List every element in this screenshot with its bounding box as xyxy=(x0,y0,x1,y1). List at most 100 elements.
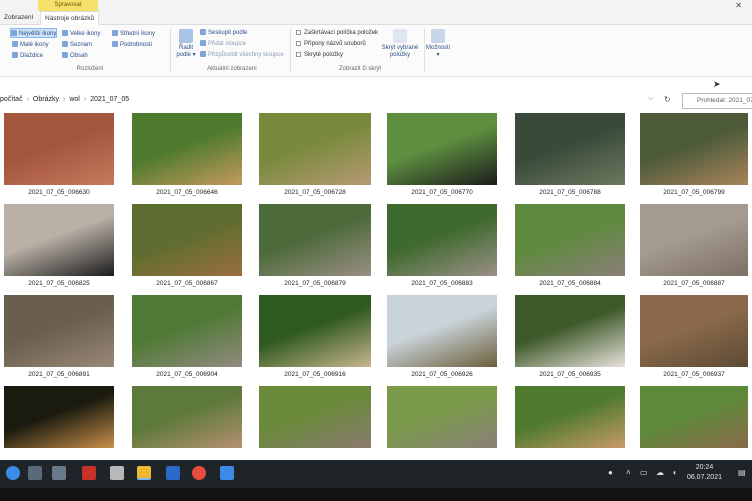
chevron-right-icon: › xyxy=(62,96,66,103)
taskbar-clock[interactable]: 20:24 06.07.2021 xyxy=(687,463,722,483)
file-item[interactable]: 2021_07_05_006883 xyxy=(387,204,497,292)
file-item[interactable]: 2021_07_05_006904 xyxy=(132,295,242,383)
file-item[interactable]: 2021_07_05_006891 xyxy=(4,295,114,383)
thumbnail-image[interactable] xyxy=(640,113,748,185)
hide-selected-button[interactable]: Skrýt vybrané položky xyxy=(380,29,420,59)
breadcrumb-item[interactable]: wol xyxy=(69,96,80,103)
thumbnail-image[interactable] xyxy=(387,386,497,448)
layout-small-icons[interactable]: Malé ikony xyxy=(12,40,49,50)
file-item[interactable]: 2021_07_05_006770 xyxy=(387,113,497,201)
thumbnail-image[interactable] xyxy=(4,113,114,185)
app-5-icon[interactable] xyxy=(220,466,234,480)
thumbnail-image[interactable] xyxy=(259,386,371,448)
checkbox[interactable] xyxy=(296,40,301,46)
wifi-icon[interactable]: ☁ xyxy=(656,468,664,477)
address-bar[interactable]: počítač›Obrázky›wol›2021_07_05 ⌵ ↻ ⌕ Pro… xyxy=(0,92,752,110)
layout-list[interactable]: Seznam xyxy=(62,40,92,50)
thumbnail-image[interactable] xyxy=(515,113,625,185)
thumbnail-image[interactable] xyxy=(132,113,242,185)
file-item[interactable]: 2021_07_05_006935 xyxy=(515,295,625,383)
thumbnail-image[interactable] xyxy=(640,204,748,276)
ribbon-separator xyxy=(170,28,171,72)
app-4-icon[interactable] xyxy=(166,466,180,480)
sort-by-button[interactable]: Řadit podle ▾ xyxy=(174,29,198,59)
size-all-columns-button[interactable]: Přizpůsobit všechny sloupce xyxy=(200,50,284,60)
thumbnail-image[interactable] xyxy=(132,386,242,448)
file-item[interactable]: 2021_07_05_006926 xyxy=(387,295,497,383)
thumbnail-image[interactable] xyxy=(259,113,371,185)
app-2-icon[interactable] xyxy=(82,466,96,480)
file-item[interactable]: 2021_07_05_006916 xyxy=(259,295,371,383)
thumbnail-image[interactable] xyxy=(515,386,625,448)
app-1-icon[interactable] xyxy=(52,466,66,480)
breadcrumb-item[interactable]: 2021_07_05 xyxy=(90,96,129,103)
file-item[interactable]: 2021_07_05_006887 xyxy=(640,204,748,292)
action-center-icon[interactable]: ▤ xyxy=(738,468,746,477)
file-grid: 2021_07_05_006630 2021_07_05_006646 2021_0… xyxy=(0,113,752,460)
file-explorer-icon[interactable] xyxy=(137,466,151,480)
add-columns-button[interactable]: Přidat sloupce xyxy=(200,39,246,49)
close-icon[interactable]: ✕ xyxy=(735,0,742,11)
refresh-icon[interactable]: ↻ xyxy=(664,95,671,104)
tab-picture-tools[interactable]: Nástroje obrázků xyxy=(40,11,100,25)
address-dropdown-icon[interactable]: ⌵ xyxy=(648,95,653,103)
notification-tray-icon[interactable]: ● xyxy=(608,468,613,477)
file-item[interactable] xyxy=(4,386,114,460)
thumbnail-image[interactable] xyxy=(640,295,748,367)
item-checkboxes-toggle[interactable]: Zaškrtávací políčka položek xyxy=(296,28,378,38)
layout-extra-large-icons[interactable]: Největší ikony xyxy=(10,28,58,38)
thumbnail-image[interactable] xyxy=(259,295,371,367)
hidden-items-toggle[interactable]: Skryté položky xyxy=(296,50,343,60)
file-item[interactable] xyxy=(387,386,497,460)
checkbox[interactable] xyxy=(296,51,301,57)
options-icon xyxy=(431,29,445,43)
file-item[interactable] xyxy=(515,386,625,460)
volume-icon[interactable]: ◖ xyxy=(672,468,677,477)
file-item[interactable]: 2021_07_05_006937 xyxy=(640,295,748,383)
thumbnail-image[interactable] xyxy=(515,295,625,367)
file-item[interactable]: 2021_07_05_006646 xyxy=(132,113,242,201)
file-item[interactable] xyxy=(640,386,748,460)
file-item[interactable]: 2021_07_05_006879 xyxy=(259,204,371,292)
chevron-up-icon[interactable]: ˄ xyxy=(626,468,631,477)
tab-view[interactable]: Zobrazení xyxy=(0,11,37,25)
file-item[interactable]: 2021_07_05_006884 xyxy=(515,204,625,292)
layout-tiles[interactable]: Dlaždice xyxy=(12,51,43,61)
thumbnail-image[interactable] xyxy=(640,386,748,448)
windows-start-icon[interactable] xyxy=(6,466,20,480)
breadcrumb-item[interactable]: Obrázky xyxy=(33,96,59,103)
layout-content[interactable]: Obsah xyxy=(62,51,88,61)
file-item[interactable]: 2021_07_05_006728 xyxy=(259,113,371,201)
search-input[interactable]: Prohledat: 2021_07_05 xyxy=(682,93,752,109)
thumbnail-image[interactable] xyxy=(4,386,114,448)
thumbnail-image[interactable] xyxy=(132,204,242,276)
thumbnail-image[interactable] xyxy=(259,204,371,276)
file-extensions-toggle[interactable]: Přípony názvů souborů xyxy=(296,39,366,49)
file-item[interactable]: 2021_07_05_006799 xyxy=(640,113,748,201)
context-tab-label[interactable]: Spravovat xyxy=(38,0,98,11)
checkbox[interactable] xyxy=(296,29,301,35)
breadcrumb-item[interactable]: počítač xyxy=(0,96,23,103)
file-item[interactable]: 2021_07_05_006825 xyxy=(4,204,114,292)
thumbnail-image[interactable] xyxy=(4,204,114,276)
thumbnail-image[interactable] xyxy=(387,204,497,276)
task-view-icon[interactable] xyxy=(28,466,42,480)
thumbnail-image[interactable] xyxy=(387,295,497,367)
file-item[interactable]: 2021_07_05_006867 xyxy=(132,204,242,292)
layout-large-icons[interactable]: Velké ikony xyxy=(62,29,100,39)
layout-details[interactable]: Podrobnosti xyxy=(112,40,152,50)
thumbnail-image[interactable] xyxy=(4,295,114,367)
layout-medium-icons[interactable]: Střední ikony xyxy=(112,29,155,39)
thumbnail-image[interactable] xyxy=(515,204,625,276)
file-item[interactable] xyxy=(132,386,242,460)
options-button[interactable]: Možnosti ▾ xyxy=(426,29,450,59)
group-by-button[interactable]: Seskupit podle xyxy=(200,28,247,38)
thumbnail-image[interactable] xyxy=(132,295,242,367)
network-icon[interactable]: ▭ xyxy=(640,468,648,477)
file-item[interactable]: 2021_07_05_006630 xyxy=(4,113,114,201)
thumbnail-image[interactable] xyxy=(387,113,497,185)
chrome-icon[interactable] xyxy=(192,466,206,480)
file-item[interactable] xyxy=(259,386,371,460)
file-item[interactable]: 2021_07_05_006788 xyxy=(515,113,625,201)
app-3-icon[interactable] xyxy=(110,466,124,480)
